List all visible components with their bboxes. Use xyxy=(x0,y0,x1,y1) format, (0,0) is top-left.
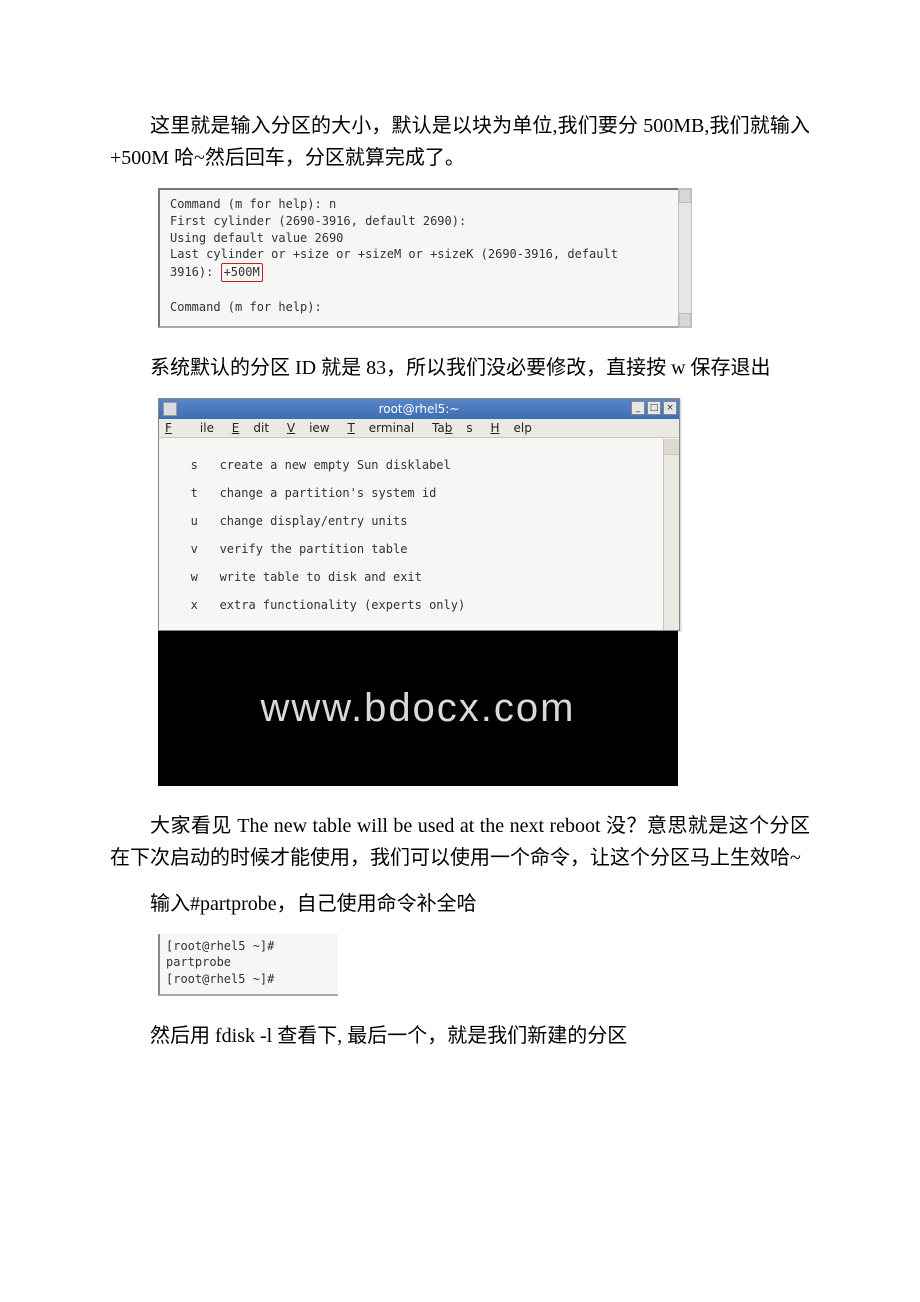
menu-view[interactable]: View xyxy=(287,421,330,435)
window-title: root@rhel5:~ xyxy=(379,402,460,416)
terminal-line: [root@rhel5 ~]# partprobe xyxy=(166,939,274,970)
terminal-line: u change display/entry units xyxy=(169,514,661,528)
menu-edit[interactable]: Edit xyxy=(232,421,269,435)
menu-file[interactable]: File xyxy=(165,421,214,435)
paragraph-fdisk: 然后用 fdisk -l 查看下, 最后一个，就是我们新建的分区 xyxy=(110,1020,810,1052)
terminal-snippet-size-input: Command (m for help): n First cylinder (… xyxy=(158,188,678,328)
scroll-up-icon[interactable] xyxy=(679,189,691,203)
terminal-line: [root@rhel5 ~]# xyxy=(166,972,274,986)
scroll-down-icon[interactable] xyxy=(679,313,691,327)
watermark-text: www.bdocx.com xyxy=(261,686,576,731)
terminal-line: s create a new empty Sun disklabel xyxy=(169,458,661,472)
terminal-line: w write table to disk and exit xyxy=(169,570,661,584)
maximize-button[interactable]: □ xyxy=(647,401,661,415)
minimize-button[interactable]: _ xyxy=(631,401,645,415)
close-button[interactable]: × xyxy=(663,401,677,415)
menu-tabs[interactable]: Tabs xyxy=(432,421,473,435)
terminal-body[interactable]: s create a new empty Sun disklabel t cha… xyxy=(159,438,679,630)
menu-help[interactable]: Help xyxy=(490,421,531,435)
terminal-icon xyxy=(163,402,177,416)
terminal-line: Command (m for help): n xyxy=(170,197,336,211)
terminal-line: x extra functionality (experts only) xyxy=(169,598,661,612)
paragraph-write: 系统默认的分区 ID 就是 83，所以我们没必要修改，直接按 w 保存退出 xyxy=(110,352,810,384)
paragraph-reboot: 大家看见 The new table will be used at the n… xyxy=(110,810,810,874)
terminal-line: v verify the partition table xyxy=(169,542,661,556)
terminal-line: First cylinder (2690-3916, default 2690)… xyxy=(170,214,466,228)
scrollbar[interactable] xyxy=(678,188,692,328)
scrollbar[interactable] xyxy=(663,439,679,630)
terminal-line: Command (m for help): xyxy=(170,300,322,314)
terminal-line: t change a partition's system id xyxy=(169,486,661,500)
document-page: 这里就是输入分区的大小，默认是以块为单位,我们要分 500MB,我们就输入+50… xyxy=(0,0,920,1126)
terminal-line: Last cylinder or +size or +sizeM or +siz… xyxy=(170,247,618,279)
menu-terminal[interactable]: Terminal xyxy=(347,421,414,435)
menu-bar: File Edit View Terminal Tabs Help xyxy=(159,419,679,438)
window-titlebar[interactable]: root@rhel5:~ _ □ × xyxy=(159,399,679,419)
terminal-line: Using default value 2690 xyxy=(170,231,343,245)
paragraph-intro: 这里就是输入分区的大小，默认是以块为单位,我们要分 500MB,我们就输入+50… xyxy=(110,110,810,174)
paragraph-partprobe: 输入#partprobe，自己使用命令补全哈 xyxy=(110,888,810,920)
size-highlight: +500M xyxy=(221,263,263,282)
terminal-window: root@rhel5:~ _ □ × File Edit View Termin… xyxy=(158,398,680,631)
terminal-snippet-partprobe: [root@rhel5 ~]# partprobe [root@rhel5 ~]… xyxy=(158,934,338,996)
scroll-up-icon[interactable] xyxy=(664,439,679,455)
watermark-overlay: www.bdocx.com xyxy=(158,631,678,786)
